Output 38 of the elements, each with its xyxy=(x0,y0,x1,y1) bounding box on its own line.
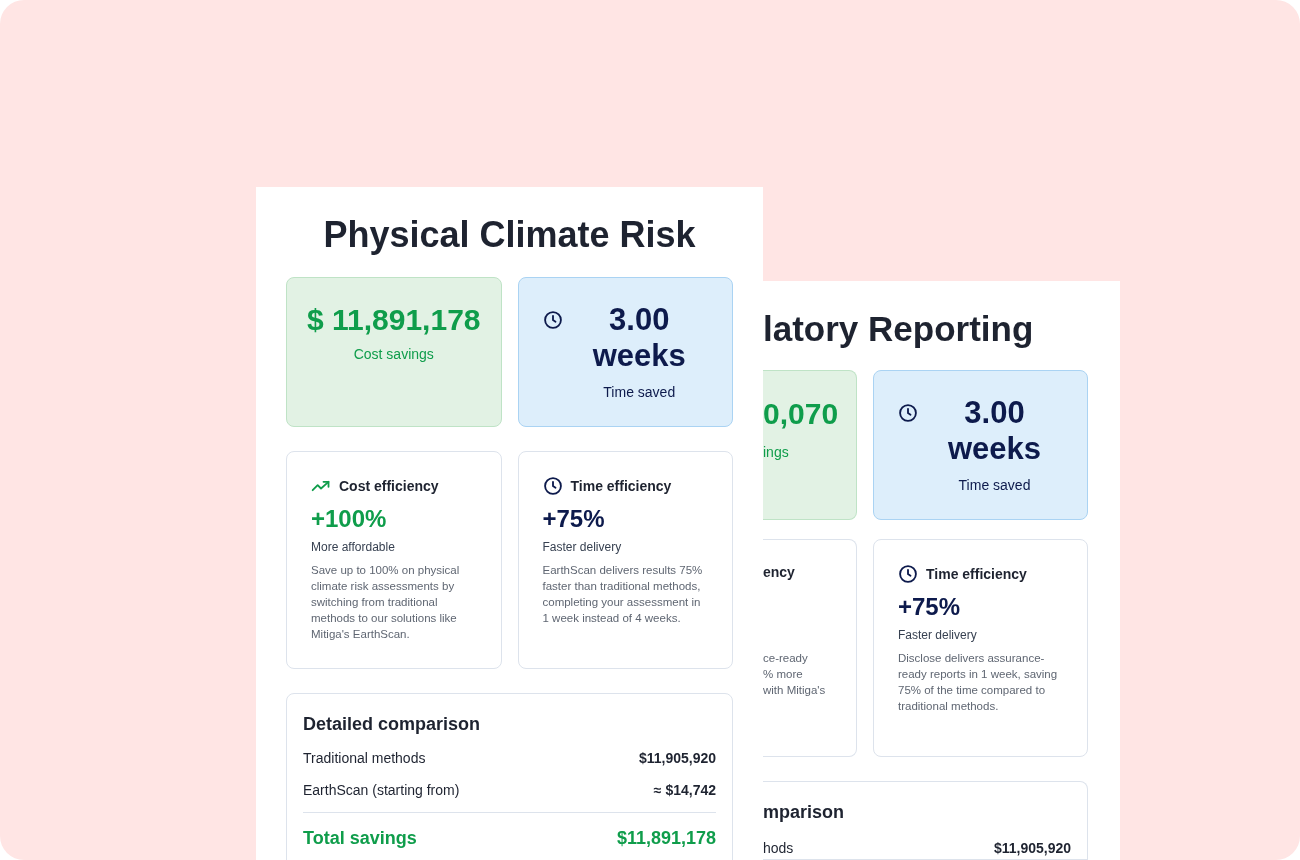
card-title: Time efficiency xyxy=(926,566,1027,582)
total-value: $11,891,178 xyxy=(616,827,716,849)
description-text: Save up to 100% on physical climate risk assessments by switching from traditional methods to our solutions like Mitiga's EarthScan. xyxy=(311,563,461,642)
clock-icon xyxy=(898,564,918,584)
clock-icon xyxy=(898,403,918,423)
comparison-heading: Detailed comparison xyxy=(303,713,482,736)
description-text: Disclose delivers assurance-ready reports in 1 week, saving 75% of the time compared to traditional methods. xyxy=(898,651,1059,714)
row-value: $11,905,920 xyxy=(638,749,716,768)
clock-icon xyxy=(542,476,563,496)
total-label: Total savings xyxy=(303,827,417,849)
time-label: Time saved xyxy=(958,477,1031,493)
card-title: Time efficiency xyxy=(570,478,672,494)
savings-amount: 0,070 xyxy=(763,396,839,432)
time-amount: 3.00 weeks xyxy=(946,395,1043,467)
card-title: Cost efficiency xyxy=(339,478,439,494)
savings-label: ings xyxy=(763,444,789,460)
card-subtitle: More affordable xyxy=(311,540,396,554)
comparison-heading: mparison xyxy=(763,801,846,824)
row-label: hods xyxy=(763,839,794,858)
card-subtitle: Faster delivery xyxy=(898,628,978,642)
card-heading: latory Reporting xyxy=(763,308,1035,350)
row-value: $11,905,920 xyxy=(993,839,1071,858)
savings-amount: $ 11,891,178 xyxy=(307,302,481,338)
description-text: EarthScan delivers results 75% faster than traditional methods, completing your assessment in 1 week instead of 4 weeks. xyxy=(542,563,704,626)
percentage-value: +75% xyxy=(542,504,606,534)
percentage-value: +75% xyxy=(898,592,962,622)
row-value: ≈ $14,742 xyxy=(653,781,716,800)
card-title: ency xyxy=(763,564,795,580)
card-heading: Physical Climate Risk xyxy=(322,213,697,257)
percentage-value: +100% xyxy=(311,504,388,534)
row-label: EarthScan (starting from) xyxy=(303,781,460,800)
time-amount: 3.00 weeks xyxy=(591,302,687,374)
time-label: Time saved xyxy=(603,384,676,400)
row-label: Traditional methods xyxy=(303,749,426,768)
clock-icon xyxy=(542,310,563,330)
description-text: ce-ready % more with Mitiga's xyxy=(763,651,827,698)
card-subtitle: Faster delivery xyxy=(542,540,623,554)
savings-label: Cost savings xyxy=(353,346,434,362)
